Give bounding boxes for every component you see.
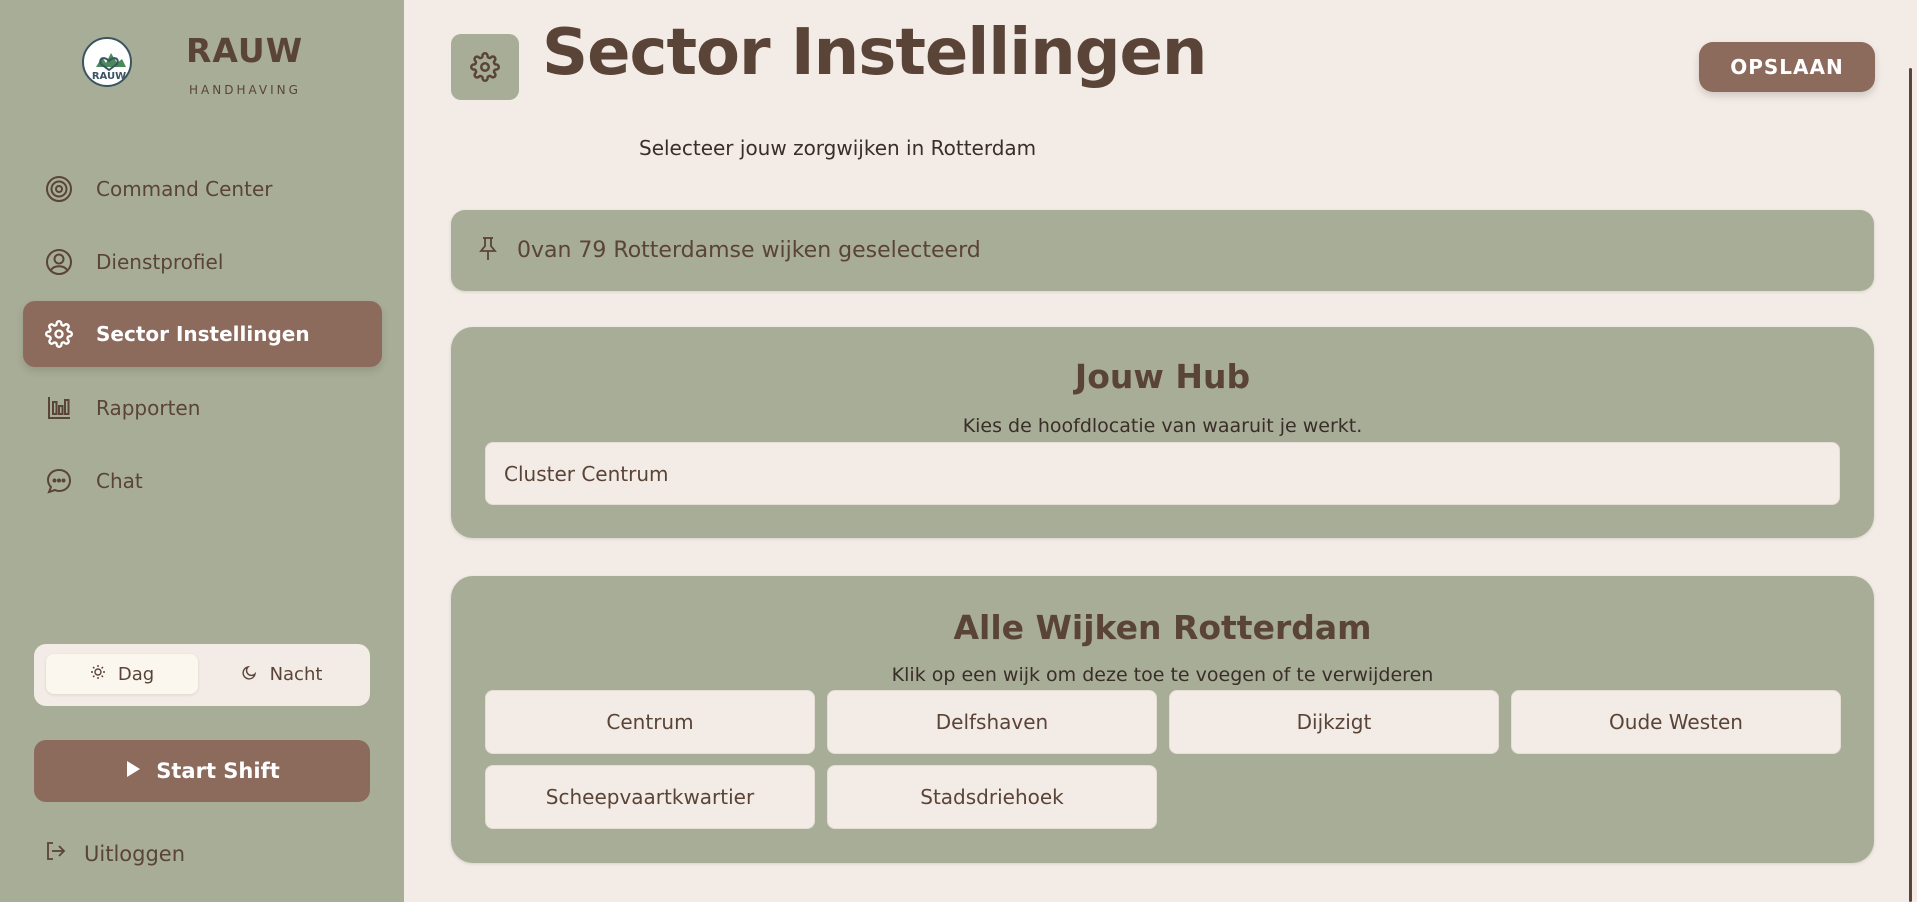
wijken-title: Alle Wijken Rotterdam: [953, 608, 1372, 647]
sidebar-item-label: Dienstprofiel: [96, 250, 224, 274]
bar-chart-icon: [45, 394, 73, 422]
wijken-panel: Alle Wijken Rotterdam Klik op een wijk o…: [451, 576, 1874, 863]
user-circle-icon: [45, 248, 73, 276]
wijken-description: Klik op een wijk om deze toe te voegen o…: [891, 664, 1434, 686]
scrollbar-thumb[interactable]: [1909, 68, 1912, 902]
wijk-button-scheepvaartkwartier[interactable]: Scheepvaartkwartier: [485, 765, 815, 829]
wijk-button-delfshaven[interactable]: Delfshaven: [827, 690, 1157, 754]
wijk-button-centrum[interactable]: Centrum: [485, 690, 815, 754]
chat-bubble-icon: [45, 467, 73, 495]
logout-button[interactable]: Uitloggen: [44, 840, 185, 867]
sidebar-item-label: Sector Instellingen: [96, 322, 310, 346]
page-title: Sector Instellingen: [542, 16, 1207, 90]
save-button[interactable]: OPSLAAN: [1699, 42, 1875, 92]
sidebar-item-rapporten[interactable]: Rapporten: [23, 375, 382, 441]
brand-subtitle: HANDHAVING: [189, 83, 301, 97]
selection-count-text: 0van 79 Rotterdamse wijken geselecteerd: [517, 238, 981, 263]
sidebar-item-label: Command Center: [96, 177, 273, 201]
wijk-button-oude-westen[interactable]: Oude Westen: [1511, 690, 1841, 754]
hub-location-select[interactable]: Cluster Centrum: [485, 442, 1840, 505]
theme-day-button[interactable]: Dag: [46, 654, 198, 694]
theme-toggle: Dag Nacht: [34, 644, 370, 706]
sidebar-item-sector-instellingen[interactable]: Sector Instellingen: [23, 301, 382, 367]
theme-day-label: Dag: [117, 663, 155, 685]
start-shift-label: Start Shift: [156, 759, 280, 783]
sidebar-item-dienstprofiel[interactable]: Dienstprofiel: [23, 229, 382, 295]
sun-icon: [90, 664, 106, 685]
page-gear-icon: [451, 34, 519, 100]
sidebar-item-chat[interactable]: Chat: [23, 448, 382, 514]
play-icon: [124, 759, 142, 783]
brand: RAUW RAUW HANDHAVING: [82, 31, 362, 107]
wijk-button-dijkzigt[interactable]: Dijkzigt: [1169, 690, 1499, 754]
svg-text:RAUW: RAUW: [92, 71, 126, 82]
logout-label: Uitloggen: [84, 841, 186, 866]
theme-night-button[interactable]: Nacht: [206, 654, 358, 694]
pin-icon: [477, 236, 499, 266]
brand-name: RAUW: [186, 31, 304, 70]
start-shift-button[interactable]: Start Shift: [34, 740, 370, 802]
logout-icon: [44, 840, 66, 867]
hub-title: Jouw Hub: [1074, 357, 1251, 396]
hub-panel: Jouw Hub Kies de hoofdlocatie van waarui…: [451, 327, 1874, 538]
sidebar-item-label: Rapporten: [96, 396, 201, 420]
target-icon: [45, 175, 73, 203]
logo: RAUW: [82, 37, 132, 87]
scrollbar[interactable]: [1906, 0, 1917, 902]
hub-description: Kies de hoofdlocatie van waaruit je werk…: [962, 415, 1363, 437]
page-subtitle: Selecteer jouw zorgwijken in Rotterdam: [639, 136, 1037, 160]
wijk-button-stadsdriehoek[interactable]: Stadsdriehoek: [827, 765, 1157, 829]
moon-icon: [241, 664, 258, 685]
sidebar-item-label: Chat: [96, 469, 143, 493]
selection-count-panel: 0van 79 Rotterdamse wijken geselecteerd: [451, 210, 1874, 291]
theme-night-label: Nacht: [269, 663, 323, 685]
sidebar-item-command-center[interactable]: Command Center: [23, 156, 382, 222]
gear-icon: [45, 320, 73, 348]
sidebar: RAUW RAUW HANDHAVING Command Center Dien…: [0, 0, 404, 902]
